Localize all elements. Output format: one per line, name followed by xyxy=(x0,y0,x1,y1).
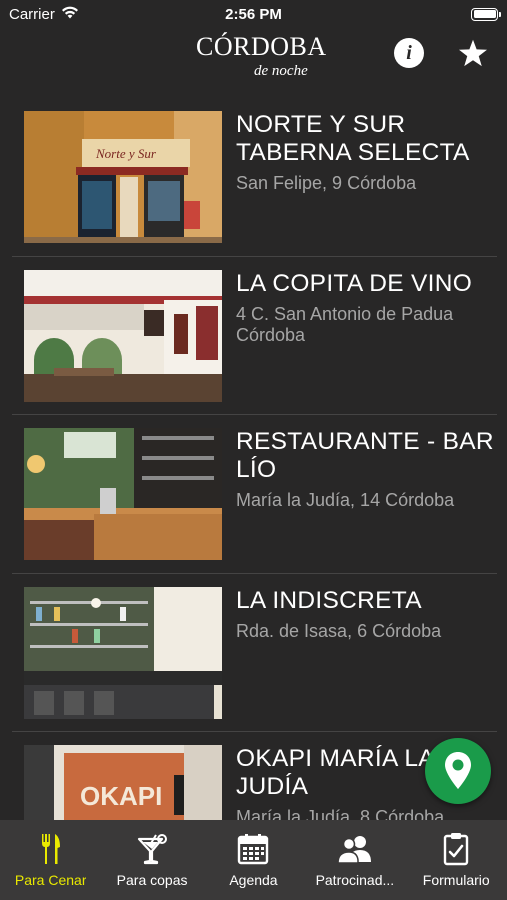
tab-para-cenar[interactable]: Para Cenar xyxy=(0,820,101,900)
info-button[interactable]: i xyxy=(394,38,424,68)
people-icon xyxy=(337,836,371,864)
tab-label: Para Cenar xyxy=(14,872,87,888)
clipboard-icon xyxy=(444,833,469,866)
favorites-button[interactable] xyxy=(456,36,490,70)
venue-sign-text: Norte y Sur xyxy=(95,146,157,161)
venue-address: 4 C. San Antonio de Padua Córdoba xyxy=(236,303,454,345)
venue-address: María la Judía, 8 Córdoba xyxy=(236,807,445,820)
star-icon xyxy=(459,39,487,66)
venue-photo: Norte y Sur xyxy=(24,111,222,243)
tab-label: Patrocinad... xyxy=(315,872,395,888)
logo-sub-text: de noche xyxy=(254,63,308,79)
logo-main-text: CÓRDOBA xyxy=(196,32,327,61)
app-logo: CÓRDOBA de noche xyxy=(196,32,326,82)
venue-photo: OKAPI xyxy=(24,745,222,820)
status-time: 2:56 PM xyxy=(225,5,282,23)
status-left: Carrier xyxy=(9,5,79,23)
tab-patrocinadores[interactable]: Patrocinad... xyxy=(304,820,405,900)
map-pin-icon xyxy=(445,752,471,789)
venue-title: LA COPITA DE VINO xyxy=(236,269,473,297)
tab-bar: Para Cenar Para copas Agenda Patrocinad.… xyxy=(0,820,507,900)
cocktail-glass-icon xyxy=(137,834,168,865)
tab-para-copas[interactable]: Para copas xyxy=(101,820,202,900)
info-icon: i xyxy=(406,41,412,64)
venue-address: Rda. de Isasa, 6 Córdoba xyxy=(236,620,442,641)
calendar-icon xyxy=(238,834,269,865)
venue-row[interactable]: Norte y Sur NORTE Y SUR TABERNA SELECTA … xyxy=(0,98,507,257)
venue-row[interactable]: LA INDISCRETA Rda. de Isasa, 6 Córdoba xyxy=(0,574,507,732)
venue-list[interactable]: Norte y Sur NORTE Y SUR TABERNA SELECTA … xyxy=(0,98,507,820)
venue-title: NORTE Y SUR TABERNA SELECTA xyxy=(236,111,470,166)
nav-bar: CÓRDOBA de noche i xyxy=(0,28,507,88)
tab-formulario[interactable]: Formulario xyxy=(406,820,507,900)
carrier-label: Carrier xyxy=(9,5,55,23)
venue-photo xyxy=(24,428,222,560)
tab-label: Para copas xyxy=(116,872,188,888)
venue-address: San Felipe, 9 Córdoba xyxy=(236,173,417,193)
venue-address: María la Judía, 14 Córdoba xyxy=(236,490,455,510)
venue-title: RESTAURANTE - BAR LÍO xyxy=(236,428,494,483)
venue-photo xyxy=(24,269,222,402)
fork-knife-icon xyxy=(41,834,60,864)
wifi-icon xyxy=(61,5,79,23)
venue-row[interactable]: LA COPITA DE VINO 4 C. San Antonio de Pa… xyxy=(0,257,507,415)
venue-row[interactable]: RESTAURANTE - BAR LÍO María la Judía, 14… xyxy=(0,415,507,574)
venue-sign-text: OKAPI xyxy=(80,781,162,811)
status-bar: Carrier 2:56 PM xyxy=(0,0,507,28)
venue-photo xyxy=(24,586,222,719)
tab-label: Formulario xyxy=(422,872,490,888)
venue-title: LA INDISCRETA xyxy=(236,586,422,614)
map-button[interactable] xyxy=(425,738,491,804)
tab-agenda[interactable]: Agenda xyxy=(203,820,304,900)
battery-icon xyxy=(471,7,501,21)
tab-label: Agenda xyxy=(229,872,278,888)
